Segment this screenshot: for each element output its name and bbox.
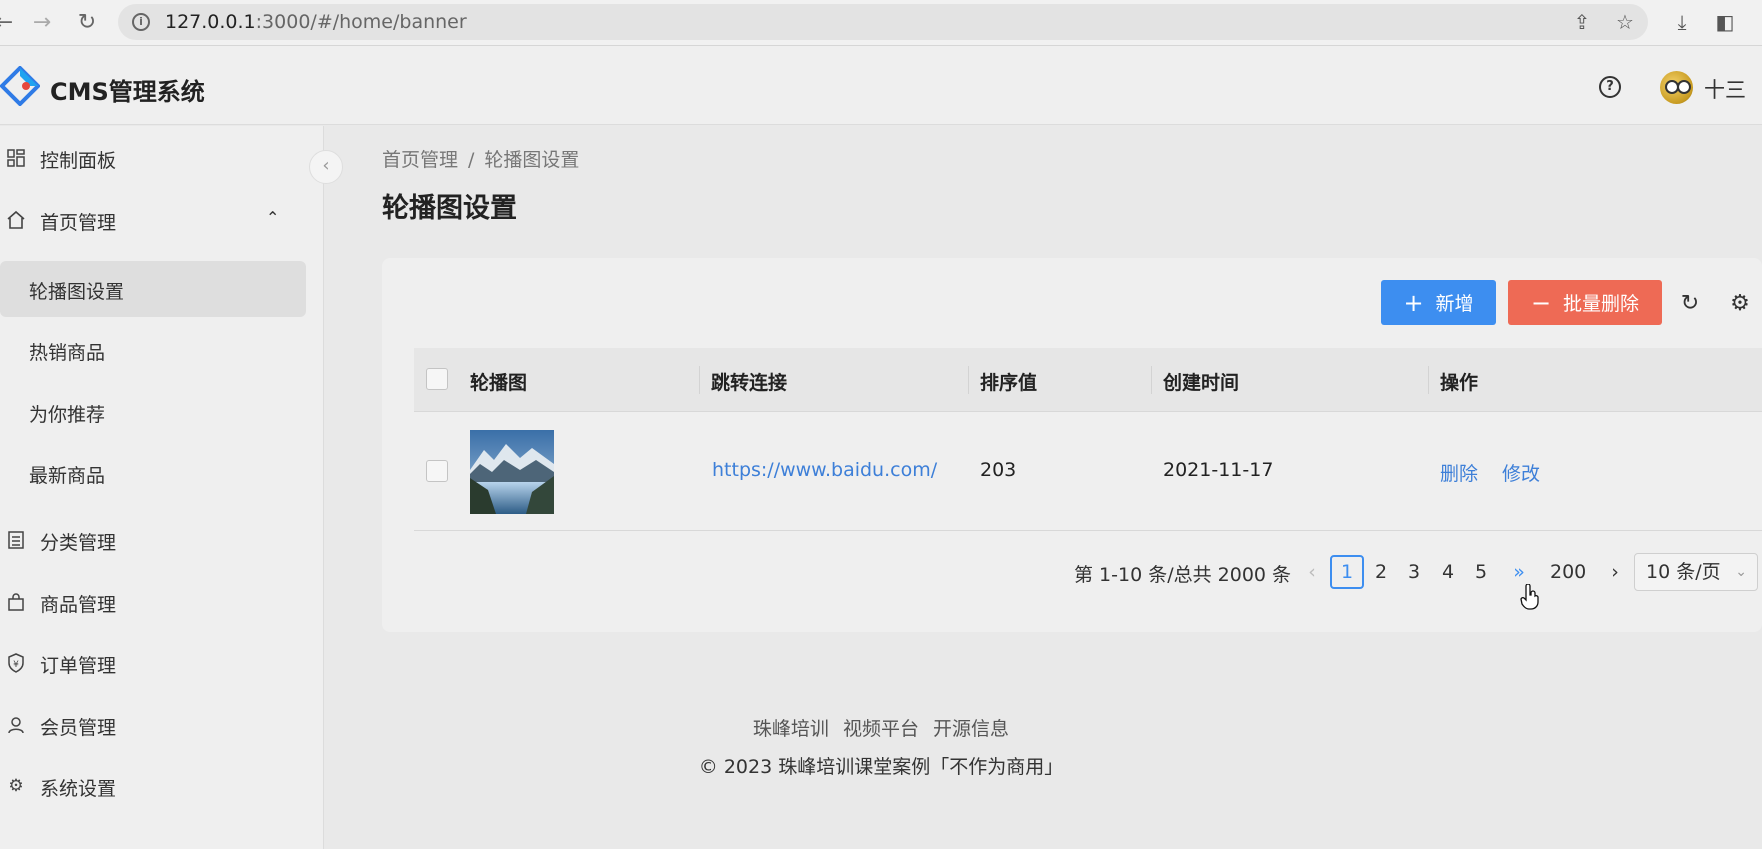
pagination-summary: 第 1-10 条/总共 2000 条 [1074,564,1292,586]
sidebar-subitem-newest[interactable]: 最新商品 [0,445,306,501]
column-divider [699,366,700,394]
username[interactable]: 十三 [1704,74,1746,104]
site-info-icon[interactable]: i [132,13,150,31]
table-row: https://www.baidu.com/ 203 2021-11-17 删除… [414,412,1762,531]
footer-copyright: © 2023 珠峰培训课堂案例「不作为商用」 [698,756,1064,778]
home-icon [6,210,26,230]
sidebar-item-dashboard[interactable]: 控制面板 [0,130,324,186]
help-icon[interactable]: ? [1599,76,1621,98]
edit-link[interactable]: 修改 [1502,459,1540,486]
address-bar[interactable]: i 127.0.0.1:3000/#/home/banner [118,4,1648,40]
table-header: 轮播图 跳转连接 排序值 创建时间 操作 [414,348,1762,412]
banner-thumbnail[interactable] [470,430,554,514]
breadcrumb-current: 轮播图设置 [484,149,580,171]
svg-text:¥: ¥ [13,660,19,670]
page-4[interactable]: 4 [1431,555,1465,589]
page-title: 轮播图设置 [382,193,517,224]
url-text: 127.0.0.1:3000/#/home/banner [165,11,467,33]
banner-link[interactable]: https://www.baidu.com/ [712,459,937,481]
chevron-up-icon: ⌃ [266,208,280,227]
forward-icon[interactable]: → [28,8,56,36]
footer-link[interactable]: 开源信息 [933,718,1009,740]
minus-icon: − [1530,288,1552,317]
column-divider [1428,366,1429,394]
shopping-bag-icon [6,592,26,612]
column-header-sort: 排序值 [980,372,1038,394]
reload-icon[interactable]: ↻ [73,8,101,36]
chevron-down-icon: ⌄ [1735,564,1747,580]
side-panel-icon[interactable]: ◧ [1711,8,1739,36]
browser-toolbar: ← → ↻ i 127.0.0.1:3000/#/home/banner ⇪ ☆… [0,0,1762,46]
page-3[interactable]: 3 [1397,555,1431,589]
prev-page-icon[interactable]: ‹ [1295,555,1329,589]
download-icon[interactable]: ⤓ [1668,8,1696,36]
sidebar-item-category[interactable]: 分类管理 [0,512,324,568]
page-last[interactable]: 200 [1550,555,1586,589]
settings-icon[interactable]: ⚙ [1727,290,1753,316]
plus-icon: + [1403,288,1424,317]
breadcrumb: 首页管理 / 轮播图设置 [382,149,580,171]
sidebar-item-orders[interactable]: ¥ 订单管理 [0,635,324,691]
page-2[interactable]: 2 [1364,555,1398,589]
sidebar-item-home-management[interactable]: 首页管理 ⌃ [0,192,324,248]
add-button[interactable]: + 新增 [1381,280,1496,325]
page-5[interactable]: 5 [1464,555,1498,589]
column-header-banner: 轮播图 [470,372,528,394]
page-1[interactable]: 1 [1330,555,1364,589]
footer-link[interactable]: 珠峰培训 [753,718,829,740]
column-header-created: 创建时间 [1163,372,1240,394]
hand-cursor-icon [1520,584,1539,610]
footer-link[interactable]: 视频平台 [843,718,919,740]
column-divider [1151,366,1152,394]
logo-icon [0,66,40,106]
collapse-sidebar-button[interactable]: ‹ [309,150,343,184]
sidebar-subitem-banner[interactable]: 轮播图设置 [0,261,306,317]
avatar[interactable] [1660,71,1693,104]
order-shield-icon: ¥ [6,653,26,673]
sidebar-item-products[interactable]: 商品管理 [0,574,324,630]
breadcrumb-root[interactable]: 首页管理 [382,149,458,171]
next-page-icon[interactable]: › [1598,555,1632,589]
bookmark-star-icon[interactable]: ☆ [1611,8,1639,36]
category-icon [6,530,26,550]
created-date: 2021-11-17 [1163,459,1274,481]
sidebar-subitem-hot[interactable]: 热销商品 [0,322,306,378]
back-icon[interactable]: ← [0,8,18,36]
footer-links: 珠峰培训 视频平台 开源信息 [0,714,1762,741]
app-title: CMS管理系统 [50,78,205,106]
sidebar-subitem-recommend[interactable]: 为你推荐 [0,384,306,440]
refresh-icon[interactable]: ↻ [1677,290,1703,316]
select-all-checkbox[interactable] [426,368,448,390]
delete-link[interactable]: 删除 [1440,459,1478,486]
column-header-link: 跳转连接 [711,372,788,394]
sort-value: 203 [980,459,1017,481]
batch-delete-button[interactable]: − 批量删除 [1508,280,1662,325]
app-header: CMS管理系统 ? 十三 [0,46,1762,125]
dashboard-icon [6,148,26,168]
share-icon[interactable]: ⇪ [1568,8,1596,36]
page-size-select[interactable]: 10 条/页 ⌄ [1634,553,1758,591]
row-checkbox[interactable] [426,460,448,482]
column-divider [968,366,969,394]
gear-icon: ⚙ [8,776,24,796]
column-header-actions: 操作 [1440,372,1479,394]
